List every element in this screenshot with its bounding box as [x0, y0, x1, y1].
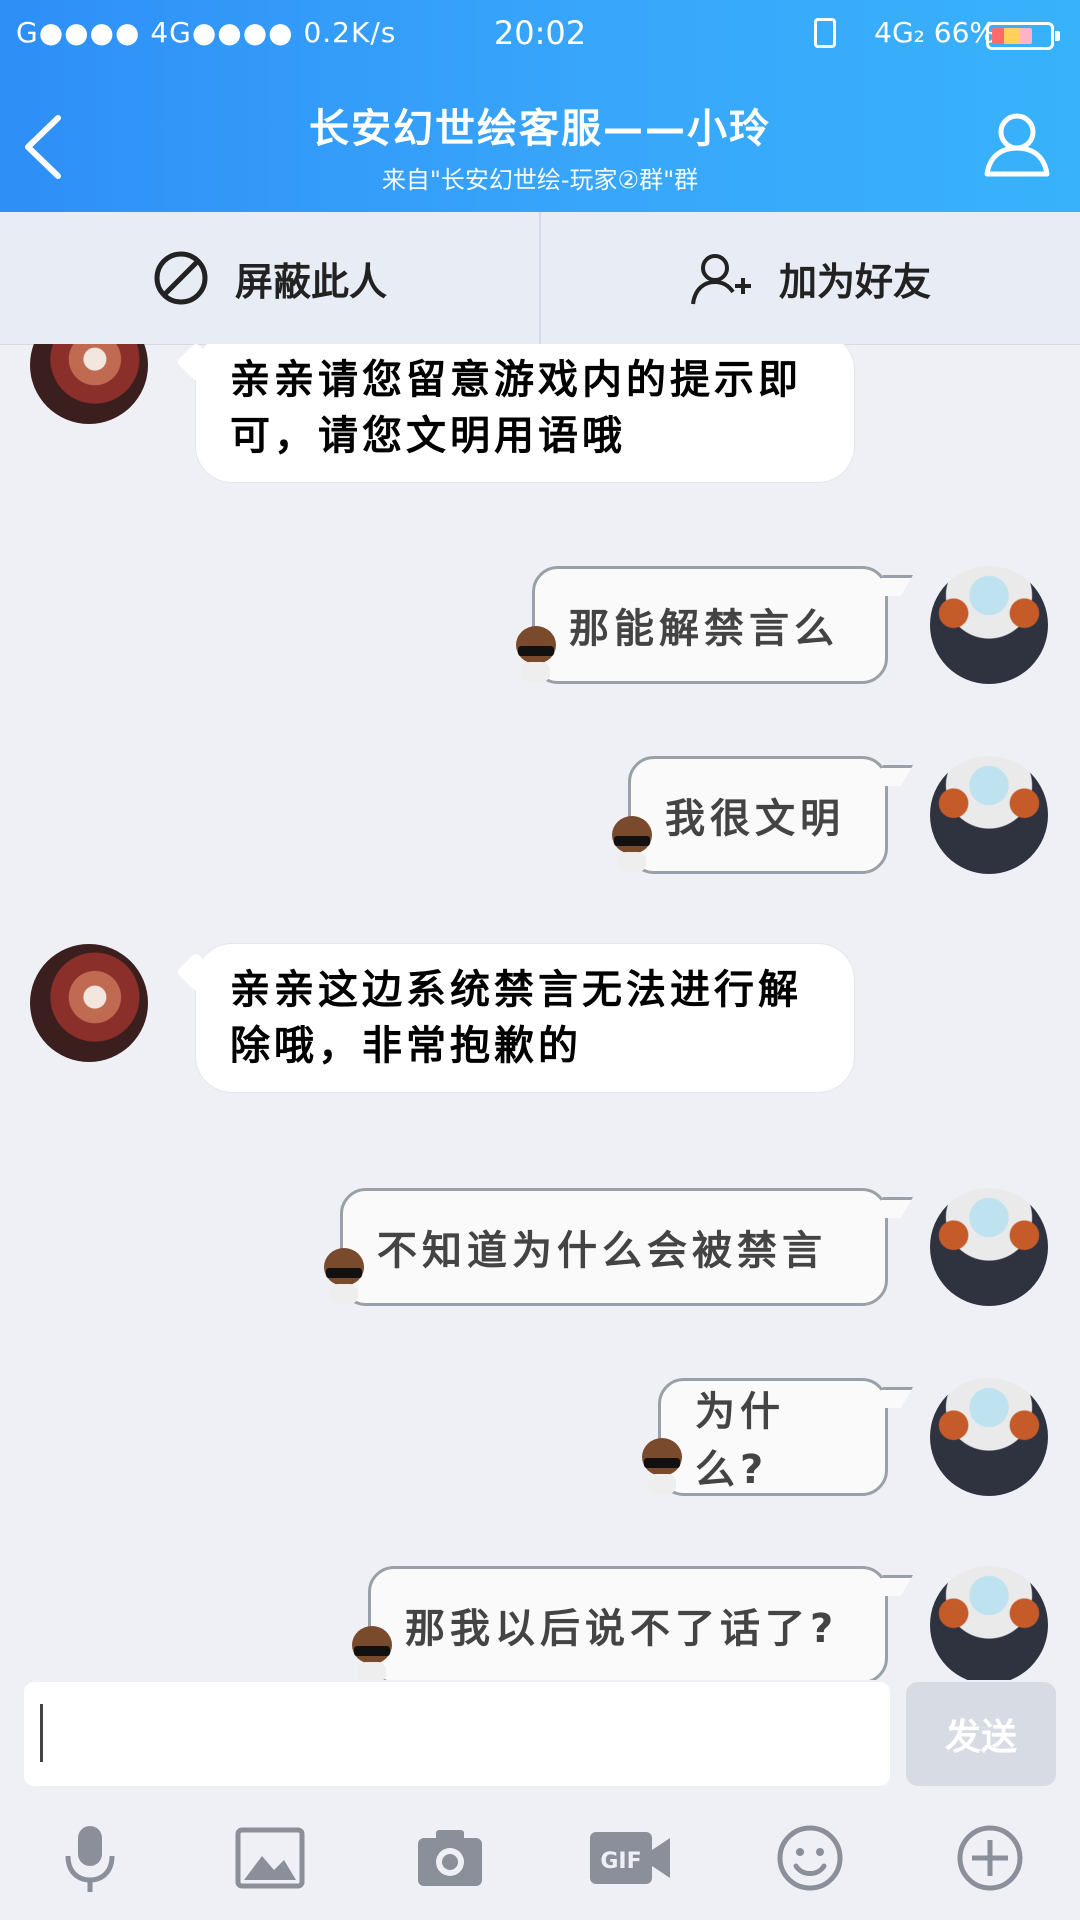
add-friend-button[interactable]: 加为好友	[540, 212, 1080, 344]
message-list[interactable]: 亲亲请您留意游戏内的提示即可，请您文明用语哦 那能解禁言么 我很文明 亲亲这边系…	[0, 344, 1080, 1680]
vibrate-icon	[814, 18, 836, 48]
bottom-toolbar: GIF	[0, 1790, 1080, 1920]
page-title: 长安幻世绘客服——小玲	[309, 106, 771, 152]
bubble-decoration-icon	[346, 1626, 398, 1680]
action-bar: 屏蔽此人 加为好友	[0, 212, 1080, 345]
message-input[interactable]	[24, 1682, 890, 1786]
emoji-icon[interactable]	[774, 1822, 846, 1894]
block-user-button[interactable]: 屏蔽此人	[0, 212, 540, 344]
back-button[interactable]	[20, 112, 68, 182]
add-friend-icon	[690, 254, 751, 305]
bubble-decoration-icon	[318, 1248, 370, 1304]
user-avatar[interactable]	[930, 1378, 1048, 1496]
text-caret	[40, 1704, 43, 1762]
user-avatar[interactable]	[930, 566, 1048, 684]
svg-text:GIF: GIF	[600, 1849, 641, 1874]
microphone-icon[interactable]	[54, 1822, 126, 1894]
outgoing-message[interactable]: 那能解禁言么	[532, 566, 888, 684]
profile-button[interactable]	[982, 108, 1052, 178]
outgoing-message[interactable]: 我很文明	[628, 756, 888, 874]
bubble-decoration-icon	[510, 626, 562, 682]
top-header: G●●●● 4G●●●● 0.2K/s 20:02 4G₂ 66% 长安幻世绘客…	[0, 0, 1080, 212]
user-avatar[interactable]	[930, 1566, 1048, 1680]
battery-percent: 4G₂ 66%	[874, 16, 996, 49]
status-bar: G●●●● 4G●●●● 0.2K/s 20:02 4G₂ 66%	[0, 0, 1080, 70]
battery-icon	[986, 22, 1060, 50]
agent-avatar[interactable]	[30, 944, 148, 1062]
block-user-label: 屏蔽此人	[234, 259, 387, 304]
send-button[interactable]: 发送	[906, 1682, 1056, 1786]
chevron-left-icon	[25, 115, 61, 179]
gif-icon[interactable]: GIF	[588, 1822, 672, 1894]
block-icon	[154, 251, 208, 305]
incoming-message[interactable]: 亲亲这边系统禁言无法进行解除哦，非常抱歉的	[196, 944, 854, 1092]
plus-icon[interactable]	[954, 1822, 1026, 1894]
agent-avatar[interactable]	[30, 344, 148, 424]
add-friend-label: 加为好友	[778, 259, 931, 304]
chat-title-area: 长安幻世绘客服——小玲 来自"长安幻世绘-玩家②群"群	[140, 96, 940, 195]
user-avatar[interactable]	[930, 1188, 1048, 1306]
input-bar: 发送	[0, 1680, 1080, 1790]
image-icon[interactable]	[234, 1822, 306, 1894]
bubble-decoration-icon	[636, 1438, 688, 1494]
user-avatar[interactable]	[930, 756, 1048, 874]
outgoing-message[interactable]: 不知道为什么会被禁言	[340, 1188, 888, 1306]
camera-icon[interactable]	[414, 1822, 486, 1894]
incoming-message[interactable]: 亲亲请您留意游戏内的提示即可，请您文明用语哦	[196, 344, 854, 482]
page-subtitle: 来自"长安幻世绘-玩家②群"群	[381, 166, 699, 194]
person-icon	[984, 113, 1050, 177]
bubble-decoration-icon	[606, 816, 658, 872]
outgoing-message[interactable]: 那我以后说不了话了?	[368, 1566, 888, 1680]
outgoing-message[interactable]: 为什么?	[658, 1378, 888, 1496]
